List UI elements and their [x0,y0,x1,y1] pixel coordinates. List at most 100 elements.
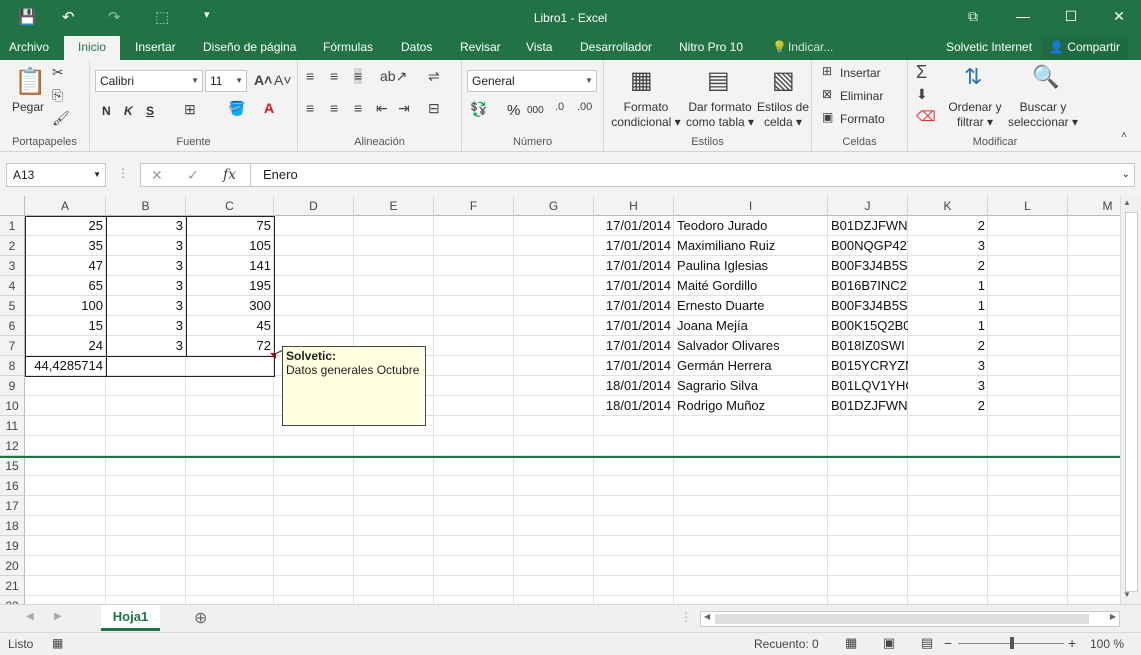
tab-desarrollador[interactable]: Desarrollador [580,36,652,60]
tab-formulas[interactable]: Fórmulas [323,36,373,60]
undo-icon[interactable]: ↶ [62,8,75,26]
customize-toolbar-icon[interactable]: ▾ [204,8,210,21]
cell-date[interactable]: 17/01/2014 [594,356,674,376]
prev-sheet-icon[interactable]: ◀ [26,611,34,622]
formula-input[interactable]: Enero ⌄ [250,163,1135,187]
cell-name[interactable]: Sagrario Silva [674,376,828,396]
row-header-5[interactable]: 5 [0,296,25,316]
tab-datos[interactable]: Datos [401,36,432,60]
tab-nitro[interactable]: Nitro Pro 10 [679,36,743,60]
cell-qty[interactable]: 2 [908,256,988,276]
row-header-3[interactable]: 3 [0,256,25,276]
table-format-icon[interactable]: ▤ [707,66,730,95]
cell-date[interactable]: 17/01/2014 [594,236,674,256]
cell-date[interactable]: 17/01/2014 [594,336,674,356]
font-name-select[interactable]: Calibri ▼ [95,70,203,92]
horizontal-scrollbar[interactable]: ◀ ▶ [700,611,1120,627]
cell-date[interactable]: 18/01/2014 [594,376,674,396]
column-header-a[interactable]: A [25,196,106,216]
normal-view-icon[interactable]: ▦ [845,635,857,651]
insert-cells-icon[interactable]: ⊞ [822,64,832,78]
percent-button[interactable]: % [507,102,520,119]
vertical-scrollbar[interactable]: ▲ [1120,196,1141,604]
tell-me-box[interactable]: Indicar... [788,36,833,60]
underline-button[interactable]: S [146,104,154,118]
column-header-e[interactable]: E [354,196,434,216]
conditional-format-button[interactable]: Formato condicional ▾ [608,100,684,130]
scroll-up-icon[interactable]: ▲ [1123,198,1131,207]
column-header-d[interactable]: D [274,196,354,216]
borders-icon[interactable]: ⊞ [184,101,196,118]
scroll-right-icon[interactable]: ▶ [1110,612,1116,621]
increase-font-icon[interactable]: A˄ [254,72,272,88]
row-header-15[interactable]: 15 [0,456,25,476]
fill-icon[interactable]: ⬇ [916,86,928,103]
find-select-button[interactable]: Buscar y seleccionar ▾ [1006,100,1080,130]
row-header-20[interactable]: 20 [0,556,25,576]
cell-date[interactable]: 17/01/2014 [594,296,674,316]
restore-ribbon-button[interactable]: ⧉ [953,5,993,29]
enter-icon[interactable]: ✓ [187,167,199,184]
column-header-h[interactable]: H [594,196,674,216]
cell-comment[interactable]: Solvetic: Datos generales Octubre [282,346,426,426]
cell-date[interactable]: 17/01/2014 [594,216,674,236]
zoom-slider-thumb[interactable] [1010,637,1014,649]
cell-code[interactable]: B01DZJFWNO [828,396,908,416]
tab-vista[interactable]: Vista [526,36,552,60]
row-header-4[interactable]: 4 [0,276,25,296]
column-header-b[interactable]: B [106,196,186,216]
zoom-in-button[interactable]: + [1068,635,1076,651]
cell-qty[interactable]: 1 [908,276,988,296]
cell-name[interactable]: Maximiliano Ruiz [674,236,828,256]
cell-code[interactable]: B00NQGP42Y [828,236,908,256]
select-all-corner[interactable] [0,196,25,216]
align-bottom-icon[interactable]: ≡ [354,68,363,84]
align-top-icon[interactable]: ≡ [306,68,314,84]
delete-cells-icon[interactable]: ⊠ [822,87,832,101]
tell-me-icon[interactable]: 💡 [772,36,787,60]
increase-indent-icon[interactable]: ⇥ [398,100,410,117]
row-header-2[interactable]: 2 [0,236,25,256]
redo-icon[interactable]: ↷ [108,8,121,26]
row-header-17[interactable]: 17 [0,496,25,516]
user-name[interactable]: Solvetic Internet [946,36,1032,60]
cell-name[interactable]: Teodoro Jurado [674,216,828,236]
cell-qty[interactable]: 3 [908,356,988,376]
decrease-decimal-icon[interactable]: .00 [577,101,592,113]
cancel-icon[interactable]: ✕ [151,167,163,184]
tab-revisar[interactable]: Revisar [460,36,501,60]
decrease-indent-icon[interactable]: ⇤ [376,100,388,117]
cell-code[interactable]: B01LQV1YHC [828,376,908,396]
paste-button[interactable]: Pegar [12,100,44,115]
number-format-select[interactable]: General ▼ [467,70,597,92]
cell-qty[interactable]: 1 [908,296,988,316]
zoom-out-button[interactable]: − [944,635,952,651]
wrap-text-icon[interactable]: ⇌ [428,68,440,85]
table-format-button[interactable]: Dar formato como tabla ▾ [684,100,756,130]
zoom-level[interactable]: 100 % [1090,637,1124,651]
row-header-19[interactable]: 19 [0,536,25,556]
align-center-icon[interactable]: ≡ [330,100,338,116]
currency-icon[interactable]: 💱 [470,101,487,118]
row-header-11[interactable]: 11 [0,416,25,436]
row-header-9[interactable]: 9 [0,376,25,396]
decrease-font-icon[interactable]: A˅ [274,72,292,88]
italic-button[interactable]: K [124,104,133,118]
font-color-icon[interactable]: A [264,100,274,116]
cell-qty[interactable]: 2 [908,396,988,416]
cut-icon[interactable]: ✂ [52,64,64,81]
cell-date[interactable]: 17/01/2014 [594,256,674,276]
touch-mode-icon[interactable]: ⬚ [155,8,169,26]
row-header-18[interactable]: 18 [0,516,25,536]
align-left-icon[interactable]: ≡ [306,100,314,116]
clear-icon[interactable]: ⌫ [916,108,936,125]
format-painter-icon[interactable]: 🖌 [52,110,70,127]
cell-code[interactable]: B016B7INC2 [828,276,908,296]
increase-decimal-icon[interactable]: .0 [555,101,564,113]
copy-icon[interactable]: ⎘ [52,87,63,104]
save-icon[interactable]: 💾 [18,8,37,26]
collapse-ribbon-icon[interactable]: ˄ [1121,130,1127,141]
insert-function-icon[interactable]: fx [223,167,236,183]
column-header-k[interactable]: K [908,196,988,216]
find-select-icon[interactable]: 🔍 [1032,64,1059,90]
